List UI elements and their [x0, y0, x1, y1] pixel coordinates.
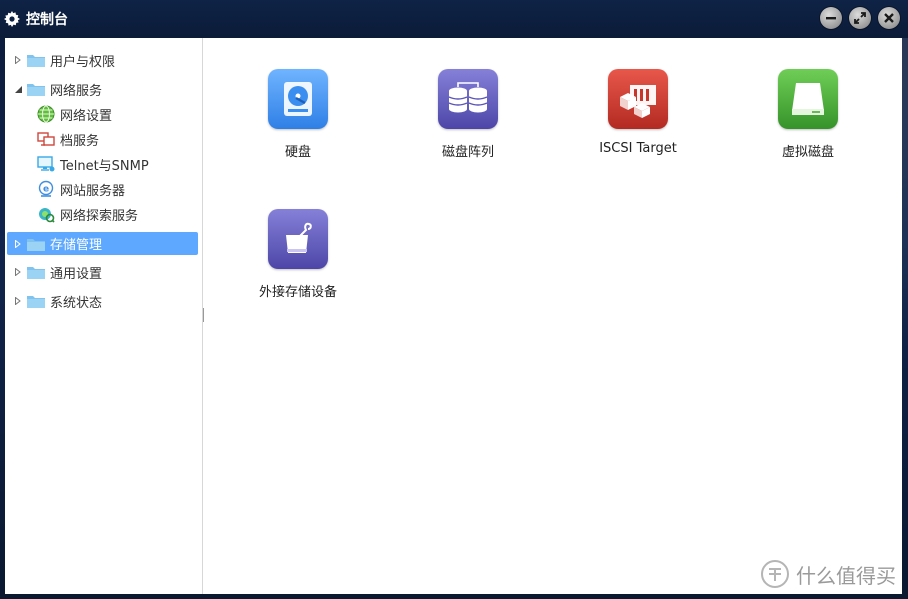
tile-virtual-disk[interactable]: 虚拟磁盘: [738, 69, 878, 160]
folder-icon: [27, 267, 45, 279]
site-watermark: 什么值得买: [760, 559, 896, 589]
sidebar-item-label: 网络服务: [50, 83, 103, 99]
watermark-logo-icon: [761, 560, 789, 588]
folder-icon: [27, 84, 45, 96]
gear-icon: [4, 11, 20, 27]
maximize-icon: [854, 12, 866, 24]
sidebar-item-network-services[interactable]: 网络服务: [5, 78, 102, 100]
minimize-icon: [826, 17, 836, 20]
web-server-icon: e: [38, 180, 54, 197]
sidebar-tree: 用户与权限 网络服务 网络设置 档服务 Telnet与SNMP e 网站服务器 …: [5, 38, 203, 594]
maximize-button[interactable]: [849, 7, 871, 29]
folder-icon: [27, 55, 45, 67]
sidebar-item-file-service[interactable]: 档服务: [37, 128, 99, 150]
sidebar-item-system-status[interactable]: 系统状态: [5, 290, 102, 312]
sidebar-item-label: 用户与权限: [50, 54, 116, 70]
sidebar-child-label: 网站服务器: [60, 183, 126, 199]
sidebar-item-network-discovery[interactable]: 网络探索服务: [37, 203, 138, 225]
storage-management-panel: 硬盘 磁盘阵列 ISCSI Target 虚拟磁盘 外接存储设备: [203, 38, 902, 594]
tile-label: 硬盘: [284, 145, 311, 160]
watermark-text: 什么值得买: [796, 563, 896, 588]
tile-label: 磁盘阵列: [441, 145, 494, 160]
sidebar-child-label: 网络设置: [60, 108, 113, 124]
globe-icon: [37, 105, 55, 123]
hard-disk-icon: [268, 69, 328, 129]
svg-text:e: e: [43, 185, 49, 195]
expand-arrow-icon[interactable]: [13, 55, 23, 65]
window-controls: [820, 7, 900, 29]
minimize-button[interactable]: [820, 7, 842, 29]
window-titlebar[interactable]: 控制台: [0, 0, 908, 38]
monitor-icon: [37, 156, 55, 172]
expand-arrow-icon[interactable]: [13, 239, 23, 249]
file-share-icon: [37, 132, 55, 146]
sidebar-item-telnet-snmp[interactable]: Telnet与SNMP: [37, 153, 149, 175]
sidebar-child-label: Telnet与SNMP: [60, 158, 149, 174]
sidebar-item-web-server[interactable]: e 网站服务器: [37, 178, 125, 200]
sidebar-item-users-permissions[interactable]: 用户与权限: [5, 49, 115, 71]
tile-label: ISCSI Target: [599, 141, 677, 156]
collapse-arrow-icon[interactable]: [13, 84, 23, 94]
sidebar-child-label: 网络探索服务: [60, 208, 139, 224]
sidebar-item-label: 存储管理: [50, 238, 103, 253]
control-panel-window: 用户与权限 网络服务 网络设置 档服务 Telnet与SNMP e 网站服务器 …: [5, 38, 902, 594]
sidebar-item-label: 通用设置: [50, 266, 103, 282]
folder-icon: [27, 296, 45, 308]
external-storage-icon: [268, 209, 328, 269]
network-discovery-icon: [39, 208, 55, 223]
tile-disk-array[interactable]: 磁盘阵列: [398, 69, 538, 160]
expand-arrow-icon[interactable]: [13, 296, 23, 306]
sidebar-item-general-settings[interactable]: 通用设置: [5, 261, 102, 283]
sidebar-item-label: 系统状态: [50, 295, 103, 311]
close-button[interactable]: [878, 7, 900, 29]
tile-label: 外接存储设备: [258, 285, 337, 300]
window-title: 控制台: [26, 12, 68, 28]
folder-icon: [27, 238, 45, 251]
sidebar-item-network-settings[interactable]: 网络设置: [37, 103, 112, 125]
tile-hard-disk[interactable]: 硬盘: [228, 69, 368, 160]
tile-iscsi-target[interactable]: ISCSI Target: [568, 69, 708, 156]
sidebar-item-storage-management[interactable]: 存储管理: [7, 232, 198, 255]
tile-label: 虚拟磁盘: [781, 145, 834, 160]
iscsi-target-icon: [608, 69, 668, 129]
sidebar-child-label: 档服务: [60, 133, 100, 149]
close-icon: [884, 13, 894, 23]
tile-external-storage[interactable]: 外接存储设备: [228, 209, 368, 300]
expand-arrow-icon[interactable]: [13, 267, 23, 277]
virtual-disk-icon: [778, 69, 838, 129]
disk-array-icon: [438, 69, 498, 129]
